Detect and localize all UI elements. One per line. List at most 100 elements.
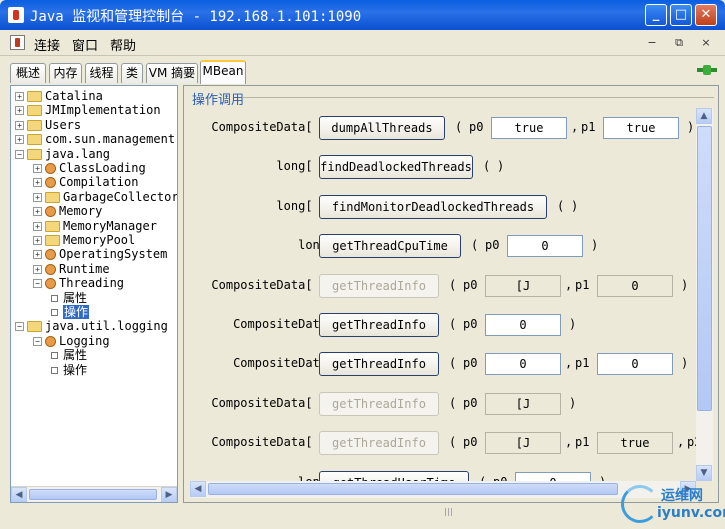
param-input: [J — [485, 432, 561, 455]
invoke-findMonitorDeadlockedThreads-button[interactable]: findMonitorDeadlockedThreads — [319, 194, 547, 219]
expand-icon[interactable]: + — [33, 221, 42, 231]
tree-node[interactable]: − Threading — [33, 276, 124, 290]
expand-icon[interactable]: + — [33, 192, 42, 202]
param-input[interactable]: true — [603, 117, 679, 139]
mbean-icon — [45, 163, 56, 174]
expand-icon[interactable]: + — [33, 178, 42, 188]
tree-node[interactable]: + Catalina — [15, 89, 103, 103]
tab-overview[interactable]: 概述 — [10, 63, 46, 83]
expand-icon[interactable]: + — [33, 250, 42, 260]
expand-icon[interactable]: + — [33, 236, 42, 245]
param-separator: , — [565, 277, 573, 292]
tree-node-label: Logging — [59, 333, 110, 348]
param-name: p0 — [463, 317, 478, 331]
tree-node[interactable]: + Users — [15, 118, 81, 132]
tree-node[interactable]: + Runtime — [33, 262, 110, 276]
tree-horizontal-scrollbar[interactable]: ◀ ▶ — [11, 486, 177, 502]
collapse-icon[interactable]: − — [33, 279, 42, 289]
tree-node[interactable]: + GarbageCollector — [33, 190, 177, 204]
tree-node[interactable]: 操作 — [51, 305, 90, 319]
scroll-left-icon[interactable]: ◀ — [190, 481, 206, 497]
tree-leaf-icon — [51, 294, 58, 302]
invoke-getThreadInfo-button[interactable]: getThreadInfo — [319, 313, 439, 337]
param-input[interactable]: true — [491, 117, 567, 139]
frame-minimize-button[interactable]: − — [643, 35, 661, 51]
tree-leaf-icon — [51, 352, 58, 360]
tab-classes[interactable]: 类 — [121, 63, 143, 83]
scroll-down-icon[interactable]: ▼ — [696, 465, 712, 481]
expand-icon[interactable]: + — [15, 92, 24, 101]
tree-node-label: java.lang — [45, 146, 111, 161]
menu-window[interactable]: 窗口 — [72, 35, 98, 54]
mbean-tree[interactable]: ◀ ▶ + Catalina + JMImplementation + Users + com… — [10, 85, 178, 503]
param-input[interactable]: 0 — [485, 353, 561, 376]
expand-icon[interactable]: + — [33, 164, 42, 173]
invoke-getThreadUserTime-button[interactable]: getThreadUserTime — [319, 470, 469, 481]
tree-scroll-left-icon[interactable]: ◀ — [11, 487, 27, 502]
menu-connection[interactable]: 连接 — [34, 35, 60, 54]
tree-node[interactable]: 属性 — [51, 291, 87, 305]
tree-node[interactable]: − java.util.logging — [15, 319, 168, 333]
invoke-dumpAllThreads-button[interactable]: dumpAllThreads — [319, 116, 445, 140]
expand-icon[interactable]: + — [33, 264, 42, 274]
expand-icon[interactable]: + — [15, 106, 24, 116]
param-input[interactable]: 0 — [485, 314, 561, 336]
operations-vertical-scrollbar[interactable]: ▲ ▼ — [696, 108, 713, 481]
tree-node[interactable]: + Compilation — [33, 175, 138, 189]
tree-node[interactable]: 属性 — [51, 348, 87, 362]
maximize-button[interactable]: □ — [670, 4, 692, 26]
resize-grip[interactable] — [445, 508, 453, 516]
close-paren: ) — [571, 198, 579, 213]
folder-icon — [27, 119, 42, 131]
expand-icon[interactable]: + — [15, 120, 24, 130]
tree-node[interactable]: + MemoryManager — [33, 219, 157, 233]
tree-node-label: 属性 — [63, 348, 88, 363]
close-button[interactable]: ✕ — [695, 4, 717, 26]
frame-close-button[interactable]: × — [697, 35, 715, 51]
tab-mbean[interactable]: MBean — [200, 60, 246, 84]
param-input[interactable]: 0 — [507, 235, 583, 258]
vertical-scroll-thumb[interactable] — [697, 126, 712, 411]
tree-node[interactable]: + OperatingSystem — [33, 247, 167, 261]
tree-node[interactable]: 操作 — [51, 363, 87, 377]
invoke-findDeadlockedThreads-button[interactable]: findDeadlockedThreads — [319, 155, 473, 180]
collapse-icon[interactable]: − — [33, 336, 42, 346]
collapse-icon[interactable]: − — [15, 149, 24, 159]
tree-node[interactable]: − java.lang — [15, 147, 110, 161]
tree-node[interactable]: − Logging — [33, 334, 110, 348]
invoke-getThreadInfo-button: getThreadInfo — [319, 391, 439, 416]
tree-node[interactable]: + Memory — [33, 204, 102, 218]
tree-node-label: 属性 — [63, 290, 88, 305]
tree-node-label: OperatingSystem — [59, 247, 168, 262]
tree-node[interactable]: + MemoryPool — [33, 233, 135, 247]
tree-node-label: 操作 — [63, 305, 90, 319]
invoke-getThreadInfo-button[interactable]: getThreadInfo — [319, 352, 439, 377]
close-paren: ) — [687, 120, 695, 134]
open-paren: ( — [557, 198, 565, 213]
horizontal-scroll-thumb[interactable] — [208, 483, 618, 495]
minimize-button[interactable]: _ — [645, 4, 667, 26]
param-input[interactable]: 0 — [515, 471, 591, 481]
operation-row: long getThreadCpuTime(p0 0) — [190, 234, 696, 260]
panel-divider — [242, 97, 714, 98]
invoke-getThreadCpuTime-button[interactable]: getThreadCpuTime — [319, 234, 461, 259]
frame-restore-button[interactable]: ⧉ — [670, 35, 688, 51]
invoke-getThreadInfo-button: getThreadInfo — [319, 431, 439, 456]
collapse-icon[interactable]: − — [15, 322, 24, 332]
tree-scroll-right-icon[interactable]: ▶ — [161, 487, 177, 502]
tree-scroll-thumb[interactable] — [29, 489, 157, 500]
close-paren: ) — [569, 395, 577, 410]
scroll-up-icon[interactable]: ▲ — [696, 108, 712, 124]
param-input[interactable]: 0 — [597, 353, 673, 376]
menu-help[interactable]: 帮助 — [110, 35, 136, 54]
tab-memory[interactable]: 内存 — [49, 63, 82, 83]
expand-icon[interactable]: + — [15, 135, 24, 145]
expand-icon[interactable]: + — [33, 207, 42, 217]
open-paren: ( — [483, 159, 491, 174]
tree-node[interactable]: + JMImplementation — [15, 103, 161, 117]
tree-node[interactable]: + ClassLoading — [33, 161, 146, 175]
tab-vm-summary[interactable]: VM 摘要 — [146, 63, 198, 83]
tree-node[interactable]: + com.sun.management — [15, 132, 175, 146]
internal-frame-icon[interactable] — [10, 35, 25, 50]
tab-threads[interactable]: 线程 — [85, 63, 118, 83]
